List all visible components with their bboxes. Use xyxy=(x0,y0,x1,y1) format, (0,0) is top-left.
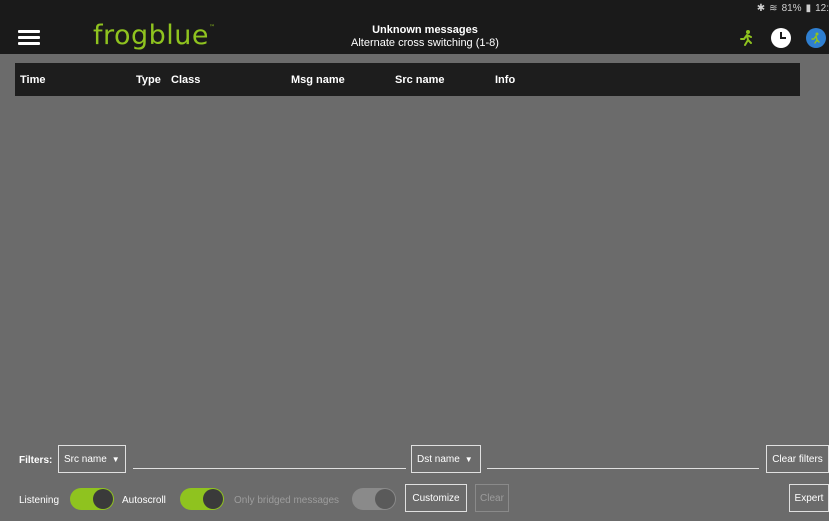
battery-icon: ▮ xyxy=(805,3,812,14)
clear-filters-button[interactable]: Clear filters xyxy=(766,445,829,473)
clock-icon[interactable] xyxy=(771,28,791,48)
chevron-down-icon: ▼ xyxy=(464,454,473,464)
autoscroll-toggle[interactable] xyxy=(180,488,224,510)
logo-trademark: ™ xyxy=(209,24,216,31)
autoscroll-label: Autoscroll xyxy=(122,495,166,506)
page-subtitle: Alternate cross switching (1-8) xyxy=(351,37,499,49)
bluetooth-icon: ✱ xyxy=(756,3,766,14)
app-header: frogblue™ Unknown messages Alternate cro… xyxy=(0,20,829,54)
column-msg-name[interactable]: Msg name xyxy=(291,74,345,86)
dst-name-dropdown-label: Dst name xyxy=(417,453,460,465)
customize-button[interactable]: Customize xyxy=(405,484,467,512)
status-indicators: ✱ ≋ 81% ▮ 12: xyxy=(757,3,829,14)
column-time[interactable]: Time xyxy=(20,74,45,86)
dst-name-dropdown[interactable]: Dst name ▼ xyxy=(411,445,481,473)
page-title-block: Unknown messages Alternate cross switchi… xyxy=(300,24,550,50)
bridged-messages-label: Only bridged messages xyxy=(234,495,340,506)
status-bar: ✱ ≋ 81% ▮ 12: xyxy=(0,0,829,20)
column-class[interactable]: Class xyxy=(171,74,200,86)
bridged-messages-toggle[interactable] xyxy=(352,488,396,510)
page-title: Unknown messages xyxy=(372,24,478,36)
listening-toggle[interactable] xyxy=(70,488,114,510)
src-name-filter-input[interactable] xyxy=(133,468,406,469)
hamburger-menu-icon[interactable] xyxy=(18,30,40,46)
running-man-icon[interactable] xyxy=(736,28,756,48)
dst-name-filter-input[interactable] xyxy=(487,468,759,469)
filters-label: Filters: xyxy=(19,455,53,466)
message-table-header: Time Type Class Msg name Src name Info xyxy=(15,63,800,96)
clear-button[interactable]: Clear xyxy=(475,484,509,512)
wifi-icon: ≋ xyxy=(769,3,778,14)
src-name-dropdown[interactable]: Src name ▼ xyxy=(58,445,126,473)
logo-text: frogblue xyxy=(93,20,210,51)
expert-button[interactable]: Expert xyxy=(789,484,829,512)
listening-label: Listening xyxy=(19,495,60,506)
status-time: 12: xyxy=(815,3,829,14)
frogblue-logo: frogblue™ xyxy=(93,20,216,51)
column-src-name[interactable]: Src name xyxy=(395,74,445,86)
battery-level: 81% xyxy=(781,3,802,14)
chevron-down-icon: ▼ xyxy=(111,454,120,464)
globe-runner-icon[interactable] xyxy=(806,28,826,48)
column-info[interactable]: Info xyxy=(495,74,515,86)
src-name-dropdown-label: Src name xyxy=(64,453,107,465)
column-type[interactable]: Type xyxy=(136,74,161,86)
message-table-body[interactable] xyxy=(15,96,800,436)
